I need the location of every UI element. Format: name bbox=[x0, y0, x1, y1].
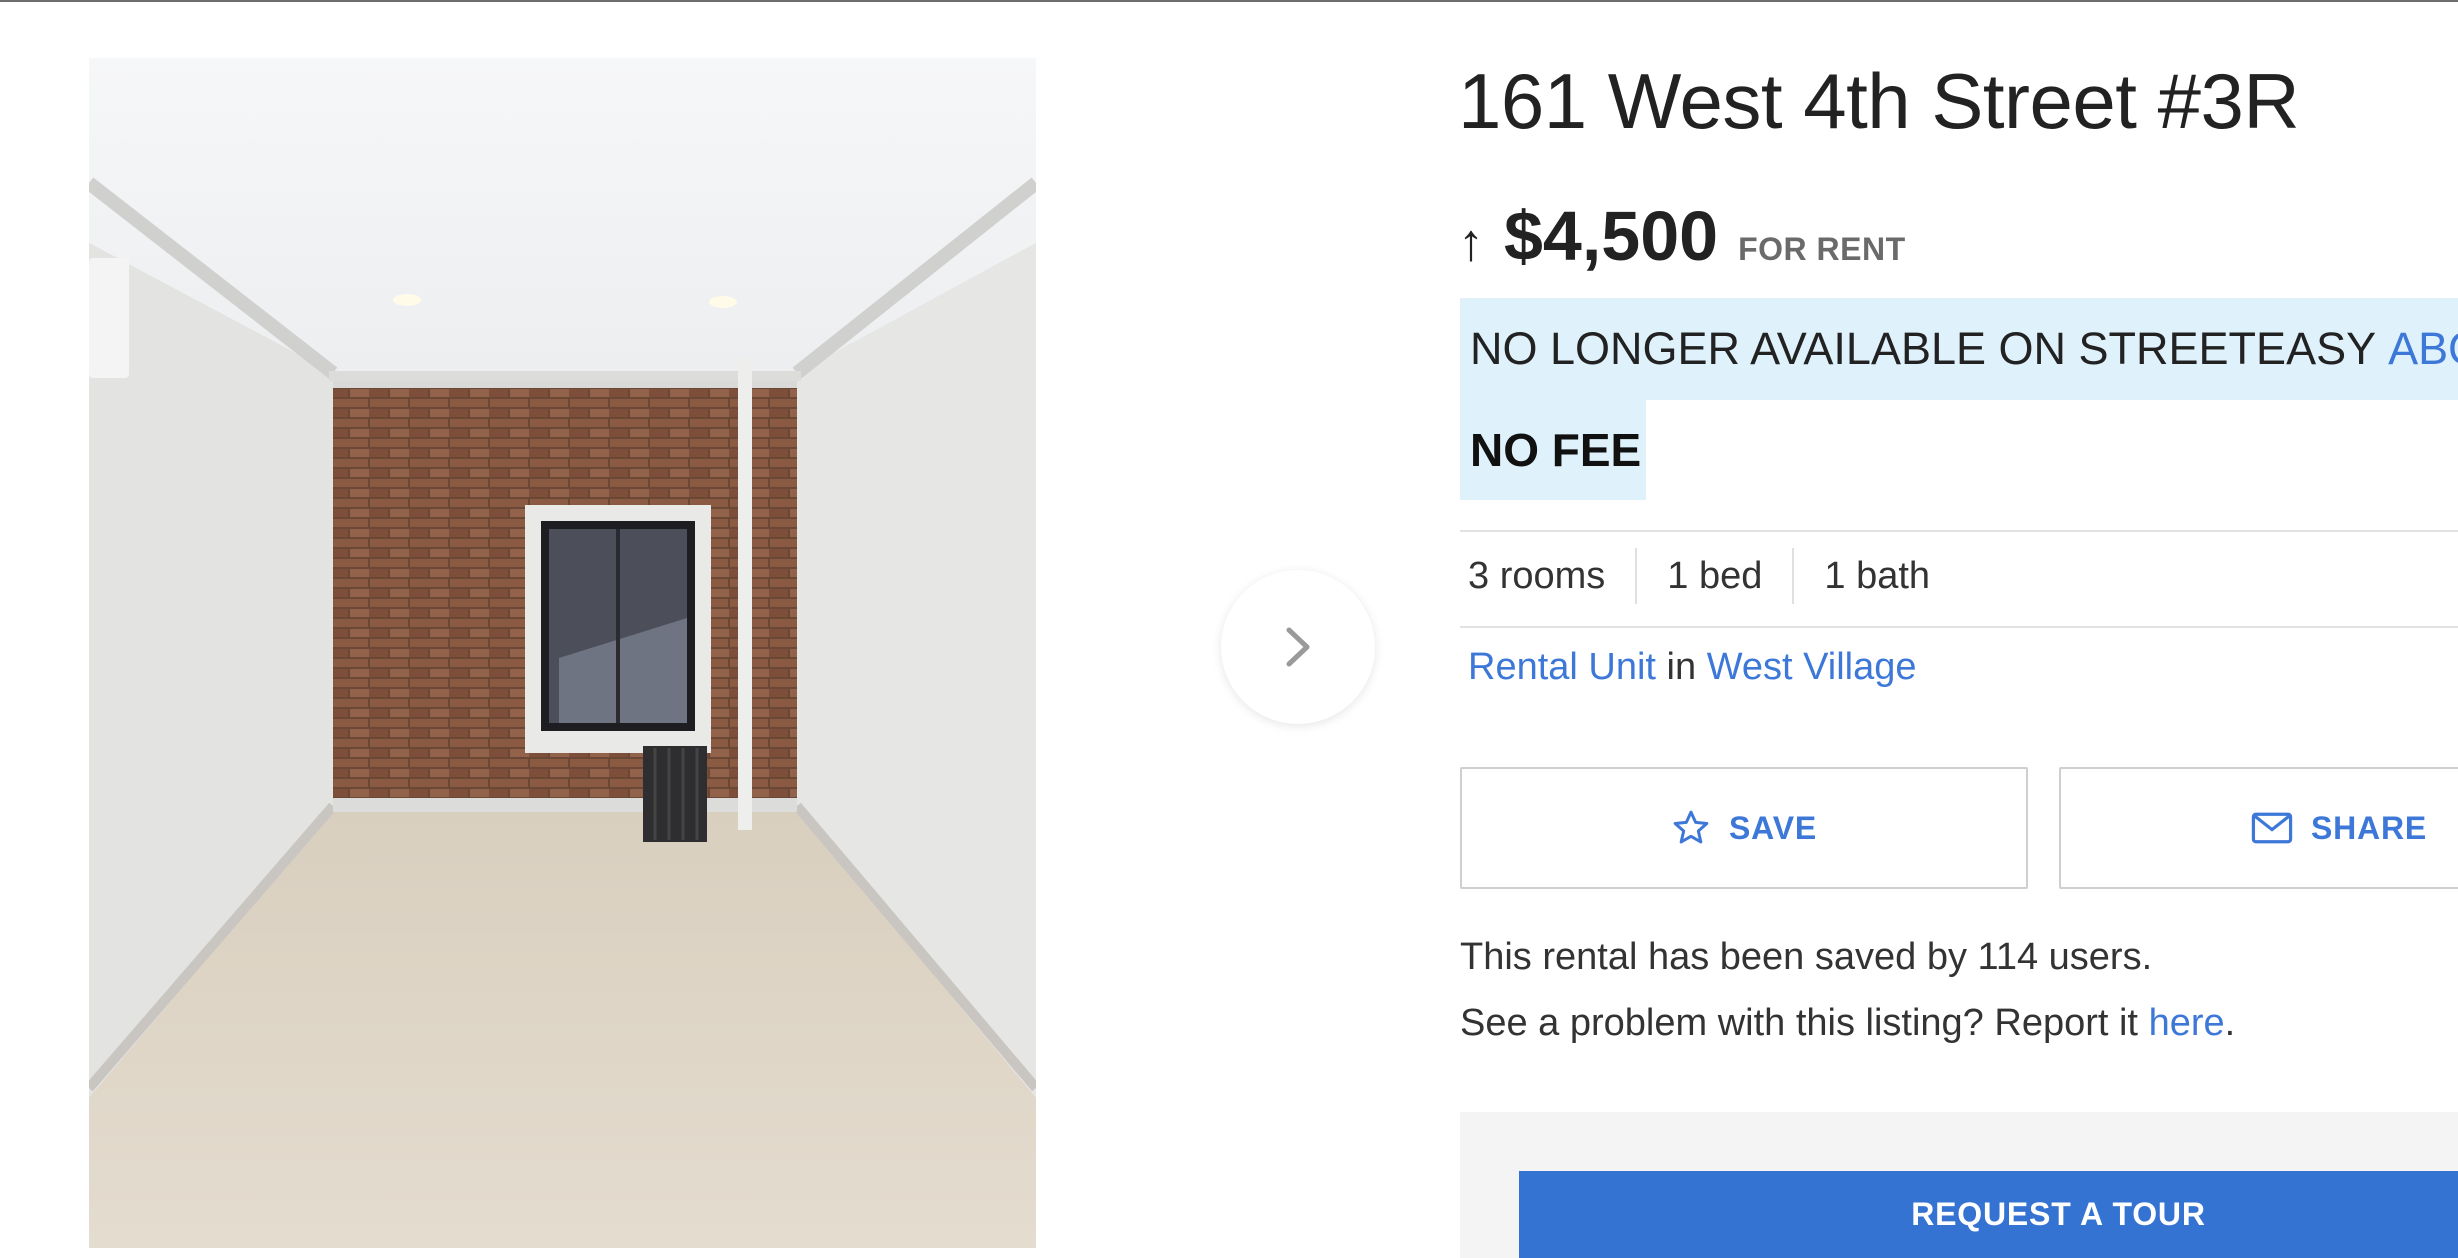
listing-price: $4,500 bbox=[1504, 197, 1719, 275]
report-prefix: See a problem with this listing? Report … bbox=[1460, 1002, 2138, 1044]
beds-count: 1 bed bbox=[1667, 554, 1763, 597]
listing-details: 3 rooms 1 bed 1 bath bbox=[1468, 548, 1930, 604]
saved-count-text: This rental has been saved by 114 users. bbox=[1460, 936, 2153, 978]
about-link[interactable]: ABO bbox=[2388, 323, 2458, 375]
details-separator bbox=[1792, 548, 1795, 604]
rental-unit-link[interactable]: Rental Unit bbox=[1468, 646, 1656, 688]
neighborhood-link[interactable]: West Village bbox=[1707, 646, 1917, 688]
request-tour-button[interactable]: REQUEST A TOUR bbox=[1519, 1171, 2458, 1258]
listing-title: 161 West 4th Street #3R bbox=[1458, 57, 2300, 145]
details-bottom-divider bbox=[1460, 626, 2458, 628]
listing-location: Rental Unit in West Village bbox=[1468, 646, 1917, 689]
star-outline-icon bbox=[1673, 810, 1709, 844]
envelope-icon bbox=[2251, 812, 2293, 844]
arrow-up-icon: ↑ bbox=[1458, 214, 1484, 272]
save-button-label: SAVE bbox=[1729, 809, 1817, 846]
chevron-right-icon bbox=[1286, 627, 1310, 667]
rooms-count: 3 rooms bbox=[1468, 554, 1606, 597]
top-divider bbox=[0, 0, 2458, 2]
baths-count: 1 bath bbox=[1824, 554, 1931, 597]
availability-status: NO LONGER AVAILABLE ON STREETEASY bbox=[1470, 323, 2377, 374]
share-button[interactable]: SHARE bbox=[2059, 767, 2458, 889]
save-button[interactable]: SAVE bbox=[1460, 767, 2028, 889]
share-button-label: SHARE bbox=[2311, 809, 2428, 846]
location-connector: in bbox=[1666, 646, 1697, 688]
price-row: ↑ $4,500 FOR RENT bbox=[1458, 196, 1906, 276]
next-photo-button[interactable] bbox=[1221, 570, 1375, 724]
details-separator bbox=[1635, 548, 1638, 604]
no-fee-badge: NO FEE bbox=[1460, 400, 1646, 500]
availability-banner: NO LONGER AVAILABLE ON STREETEASY ABO bbox=[1460, 298, 2458, 400]
report-suffix: . bbox=[2224, 1002, 2236, 1044]
report-problem-text: See a problem with this listing? Report … bbox=[1460, 1002, 2235, 1045]
price-type-label: FOR RENT bbox=[1738, 231, 1906, 267]
details-top-divider bbox=[1460, 530, 2458, 532]
listing-photo[interactable] bbox=[89, 58, 1036, 1248]
report-here-link[interactable]: here bbox=[2149, 1002, 2225, 1044]
request-tour-label: REQUEST A TOUR bbox=[1911, 1196, 2206, 1232]
